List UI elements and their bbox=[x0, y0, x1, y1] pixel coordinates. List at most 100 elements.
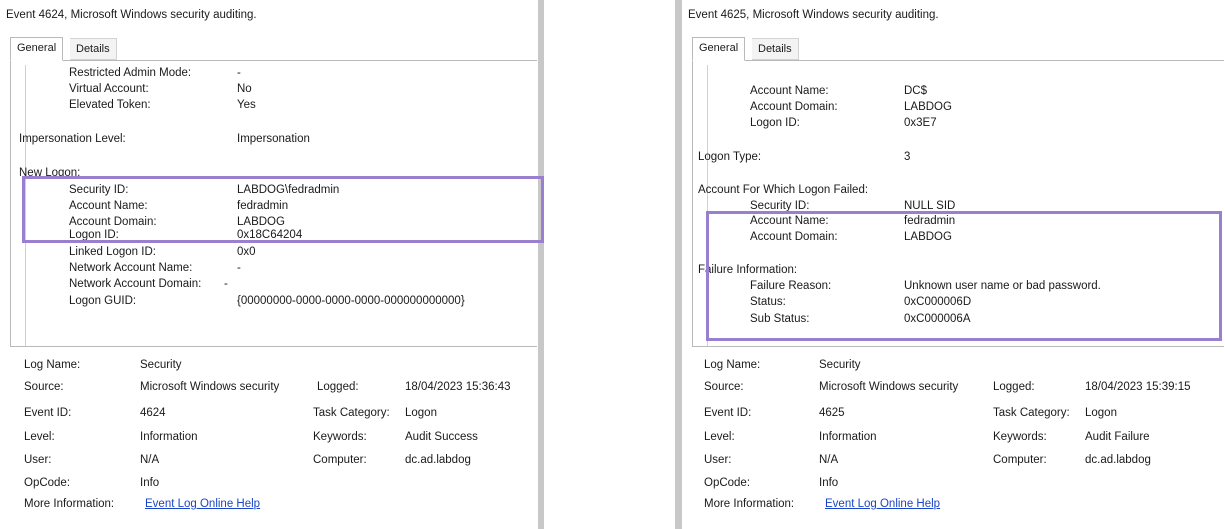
logon-id-value: 0x18C64204 bbox=[237, 229, 303, 241]
keywords-value: Audit Success bbox=[405, 431, 478, 443]
user-label: User: bbox=[24, 454, 52, 466]
logon-guid-value: {00000000-0000-0000-0000-000000000000} bbox=[237, 295, 465, 307]
elevated-token-value: Yes bbox=[237, 99, 256, 111]
source-value: Microsoft Windows security bbox=[140, 381, 280, 393]
source-value: Microsoft Windows security bbox=[819, 381, 959, 393]
linked-logon-id-label: Linked Logon ID: bbox=[69, 246, 156, 258]
elevated-token-label: Elevated Token: bbox=[69, 99, 151, 111]
failed-account-domain-value: LABDOG bbox=[904, 231, 952, 243]
sub-status-value: 0xC000006A bbox=[904, 313, 971, 325]
log-name-label: Log Name: bbox=[24, 359, 81, 371]
virtual-account-value: No bbox=[237, 83, 252, 95]
tab-general[interactable]: General bbox=[10, 37, 64, 61]
log-name-value: Security bbox=[819, 359, 861, 371]
security-id-value: LABDOG\fedradmin bbox=[237, 184, 340, 196]
logon-id-label: Logon ID: bbox=[750, 117, 800, 129]
status-label: Status: bbox=[750, 296, 786, 308]
computer-label: Computer: bbox=[313, 454, 367, 466]
event-id-label: Event ID: bbox=[704, 407, 752, 419]
account-domain-value: LABDOG bbox=[237, 216, 285, 228]
failed-security-id-label: Security ID: bbox=[750, 200, 810, 212]
level-label: Level: bbox=[704, 431, 735, 443]
logged-value: 18/04/2023 15:39:15 bbox=[1085, 381, 1191, 393]
event-detail-text: Account Name: DC$ Account Domain: LABDOG… bbox=[698, 65, 1224, 346]
logged-label: Logged: bbox=[993, 381, 1035, 393]
linked-logon-id-value: 0x0 bbox=[237, 246, 256, 258]
logon-type-value: 3 bbox=[904, 151, 911, 163]
more-information-label: More Information: bbox=[704, 498, 795, 510]
tab-details[interactable]: Details bbox=[70, 38, 117, 60]
opcode-label: OpCode: bbox=[704, 477, 751, 489]
event-detail-text: Restricted Admin Mode: - Virtual Account… bbox=[19, 65, 546, 346]
failure-reason-value: Unknown user name or bad password. bbox=[904, 280, 1101, 292]
task-category-label: Task Category: bbox=[993, 407, 1070, 419]
virtual-account-label: Virtual Account: bbox=[69, 83, 149, 95]
failed-account-domain-label: Account Domain: bbox=[750, 231, 838, 243]
event-title: Event 4625, Microsoft Windows security a… bbox=[688, 9, 939, 21]
user-value: N/A bbox=[140, 454, 160, 466]
keywords-label: Keywords: bbox=[993, 431, 1047, 443]
tab-bar: General Details bbox=[692, 37, 892, 61]
failed-security-id-value: NULL SID bbox=[904, 200, 956, 212]
event-id-value: 4625 bbox=[819, 407, 845, 419]
security-id-label: Security ID: bbox=[69, 184, 129, 196]
event-4625-panel: Event 4625, Microsoft Windows security a… bbox=[682, 0, 1225, 529]
logged-label: Logged: bbox=[317, 381, 359, 393]
failed-account-name-label: Account Name: bbox=[750, 215, 829, 227]
failure-reason-label: Failure Reason: bbox=[750, 280, 832, 292]
new-logon-header: New Logon: bbox=[19, 167, 81, 179]
account-name-label: Account Name: bbox=[750, 85, 829, 97]
task-category-label: Task Category: bbox=[313, 407, 390, 419]
event-detail-frame: Restricted Admin Mode: - Virtual Account… bbox=[10, 60, 537, 347]
tab-bar: General Details bbox=[10, 37, 210, 61]
network-account-domain-label: Network Account Domain: bbox=[69, 278, 202, 290]
source-label: Source: bbox=[24, 381, 64, 393]
event-4624-panel: Event 4624, Microsoft Windows security a… bbox=[0, 0, 544, 529]
opcode-value: Info bbox=[140, 477, 160, 489]
account-domain-label: Account Domain: bbox=[750, 101, 838, 113]
more-information-label: More Information: bbox=[24, 498, 115, 510]
tab-details[interactable]: Details bbox=[752, 38, 799, 60]
logged-value: 18/04/2023 15:36:43 bbox=[405, 381, 511, 393]
task-category-value: Logon bbox=[405, 407, 437, 419]
network-account-name-value: - bbox=[237, 262, 241, 274]
event-detail-frame: Account Name: DC$ Account Domain: LABDOG… bbox=[692, 60, 1224, 347]
event-title: Event 4624, Microsoft Windows security a… bbox=[6, 9, 257, 21]
impersonation-level-value: Impersonation bbox=[237, 133, 310, 145]
logon-id-label: Logon ID: bbox=[69, 229, 119, 241]
network-account-name-label: Network Account Name: bbox=[69, 262, 193, 274]
failed-account-name-value: fedradmin bbox=[904, 215, 956, 227]
tab-general[interactable]: General bbox=[692, 37, 746, 61]
event-id-value: 4624 bbox=[140, 407, 166, 419]
event-log-online-help-link[interactable]: Event Log Online Help bbox=[825, 498, 940, 510]
opcode-value: Info bbox=[819, 477, 839, 489]
level-value: Information bbox=[819, 431, 877, 443]
impersonation-level-label: Impersonation Level: bbox=[19, 133, 126, 145]
log-name-value: Security bbox=[140, 359, 182, 371]
account-name-value: DC$ bbox=[904, 85, 928, 97]
network-account-domain-value: - bbox=[224, 278, 228, 290]
user-label: User: bbox=[704, 454, 732, 466]
keywords-value: Audit Failure bbox=[1085, 431, 1150, 443]
logon-guid-label: Logon GUID: bbox=[69, 295, 137, 307]
sub-status-label: Sub Status: bbox=[750, 313, 810, 325]
restricted-admin-mode-label: Restricted Admin Mode: bbox=[69, 67, 192, 79]
task-category-value: Logon bbox=[1085, 407, 1117, 419]
level-label: Level: bbox=[24, 431, 55, 443]
keywords-label: Keywords: bbox=[313, 431, 367, 443]
source-label: Source: bbox=[704, 381, 744, 393]
level-value: Information bbox=[140, 431, 198, 443]
account-name-value: fedradmin bbox=[237, 200, 289, 212]
account-domain-label: Account Domain: bbox=[69, 216, 157, 228]
event-log-online-help-link[interactable]: Event Log Online Help bbox=[145, 498, 260, 510]
user-value: N/A bbox=[819, 454, 839, 466]
logon-id-value: 0x3E7 bbox=[904, 117, 937, 129]
restricted-admin-mode-value: - bbox=[237, 67, 241, 79]
account-name-label: Account Name: bbox=[69, 200, 148, 212]
computer-value: dc.ad.labdog bbox=[1085, 454, 1151, 466]
status-value: 0xC000006D bbox=[904, 296, 972, 308]
log-name-label: Log Name: bbox=[704, 359, 761, 371]
opcode-label: OpCode: bbox=[24, 477, 71, 489]
logon-type-label: Logon Type: bbox=[698, 151, 762, 163]
computer-label: Computer: bbox=[993, 454, 1047, 466]
